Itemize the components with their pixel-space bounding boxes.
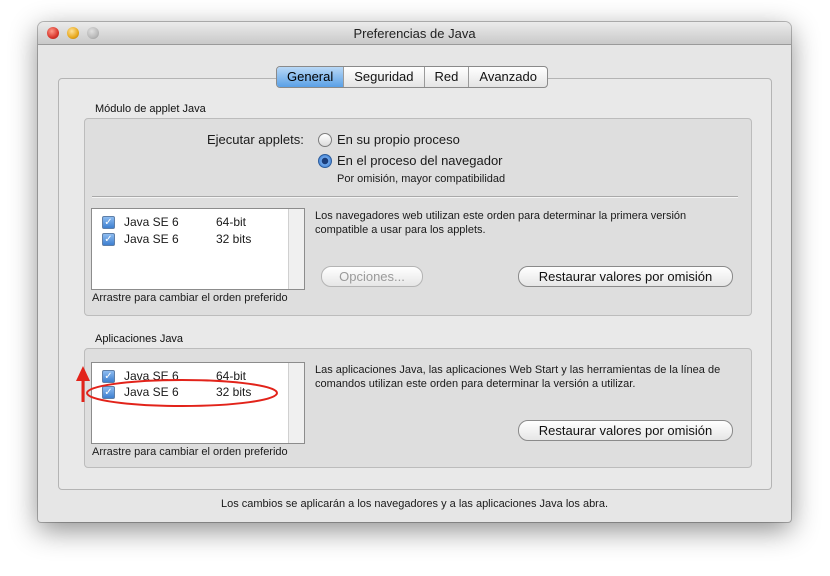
arrow-head: [76, 366, 90, 381]
annotation-overlay: [76, 366, 278, 407]
red-up-arrow-icon: [76, 366, 90, 402]
red-highlight-ellipse: [86, 379, 278, 407]
